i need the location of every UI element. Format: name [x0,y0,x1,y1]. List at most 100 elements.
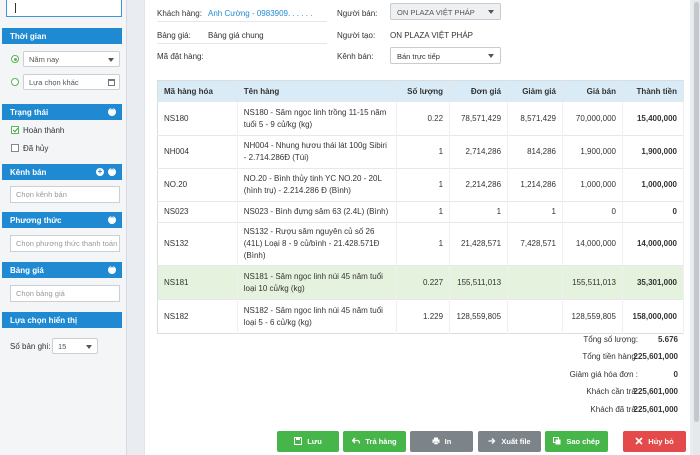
order-code-label: Mã đặt hàng: [157,52,204,61]
sales-channel-select[interactable]: Bán trực tiếp [390,47,501,64]
pricelist-section-header: Bảng giá ⌃ [2,262,122,278]
input-placeholder: Chọn bảng giá [16,289,65,298]
cell-qty: 0.22 [396,101,451,136]
scrollbar-thumb[interactable] [694,2,699,422]
checkbox-cancelled[interactable] [11,144,19,152]
table-row[interactable]: NH004 NH004 - Nhung hươu thái lát 100g S… [157,135,685,169]
cell-total: 0 [622,201,685,223]
col-header-qty[interactable]: Số lượng [396,80,451,102]
return-goods-button[interactable]: Trả hàng [343,431,406,452]
checkbox-done[interactable] [11,126,19,134]
cell-price: 155,511,013 [449,265,509,300]
button-label: Hủy bỏ [648,437,674,446]
radio-this-year[interactable] [11,55,19,63]
cell-code: NO.20 [157,168,238,202]
invoice-discount-label: Giảm giá hóa đơn : [569,370,638,379]
items-table: Mã hàng hóa Tên hàng Số lượng Đơn giá Gi… [157,80,685,334]
col-header-price[interactable]: Đơn giá [449,80,509,102]
cell-total: 14,000,000 [622,222,685,266]
col-header-total[interactable]: Thành tiền [622,80,685,102]
section-title: Bảng giá [10,266,44,275]
search-input[interactable] [6,0,122,17]
cell-name: NO.20 - Bình thủy tinh YC NO.20 - 20L (h… [237,168,398,202]
channel-input[interactable]: Chọn kênh bán [10,186,120,203]
cell-name: NS180 - Sâm ngọc linh trồng 11-15 năm tu… [237,101,398,136]
col-header-code[interactable]: Mã hàng hóa [157,80,238,102]
rows-per-page-select[interactable]: 15 [52,338,98,354]
collapse-icon[interactable]: ⌃ [108,216,116,224]
table-row[interactable]: NO.20 NO.20 - Bình thủy tinh YC NO.20 - … [157,168,685,202]
creator-label: Người tạo: [337,31,376,40]
cell-price: 78,571,429 [449,101,509,136]
input-placeholder: Chọn phương thức thanh toán [16,239,118,248]
export-file-button[interactable]: Xuất file [478,431,541,452]
input-placeholder: Chọn kênh bán [16,190,67,199]
button-label: Sao chép [566,437,600,446]
save-button[interactable]: Lưu [277,431,339,452]
table-row[interactable]: NS132 NS132 - Rượu sâm nguyên củ số 26 (… [157,222,685,266]
customer-label: Khách hàng: [157,9,202,18]
table-row[interactable]: NS180 NS180 - Sâm ngọc linh trồng 11-15 … [157,101,685,136]
section-title: Phương thức [10,216,62,225]
date-range-input[interactable]: Lựa chọn khác [23,74,120,90]
section-title: Kênh bán [10,168,47,177]
payment-method-input[interactable]: Chọn phương thức thanh toán [10,235,120,252]
copy-button[interactable]: Sao chép [545,431,608,452]
reply-arrow-icon [352,437,361,444]
cell-discount: 7,428,571 [507,222,563,266]
table-row[interactable]: NS023 NS023 - Bình đựng sâm 63 (2.4L) (B… [157,201,685,223]
col-header-name[interactable]: Tên hàng [237,80,398,102]
filter-sidebar: Thời gian Năm nay Lựa chọn khác Trạng th… [0,0,127,455]
cell-total: 158,000,000 [622,299,685,334]
cell-discount: 1 [507,201,563,223]
display-section-header: Lựa chọn hiển thị [2,312,122,328]
customer-link[interactable]: Anh Cường - 0983909. . . . . . [208,9,312,18]
cell-qty: 1 [396,201,451,223]
seller-select[interactable]: ON PLAZA VIỆT PHÁP [390,3,501,20]
radio-other-time[interactable] [11,78,19,86]
time-section-header: Thời gian [2,28,122,44]
table-row[interactable]: NS182 NS182 - Sâm ngọc linh núi 45 năm t… [157,299,685,334]
add-icon[interactable]: + [96,168,104,176]
export-arrow-icon [488,438,496,444]
method-section-header: Phương thức ⌃ [2,212,122,228]
print-button[interactable]: In [410,431,473,452]
cell-price: 2,714,286 [449,135,509,169]
cell-name: NS182 - Sâm ngọc linh núi 45 năm tuổi lo… [237,299,398,334]
cell-discount [507,265,563,300]
time-select[interactable]: Năm nay [23,51,120,67]
pricebook-value: Bảng giá chung [208,31,264,40]
cell-sale-price: 155,511,013 [562,265,623,300]
col-header-sale-price[interactable]: Giá bán [562,80,623,102]
close-icon [635,437,643,445]
calendar-icon [108,79,115,86]
cancel-invoice-button[interactable]: Hủy bỏ [623,431,686,452]
collapse-icon[interactable]: ⌃ [108,108,116,116]
invoice-discount-value: 0 [673,370,678,379]
cell-sale-price: 14,000,000 [562,222,623,266]
cell-discount [507,299,563,334]
channel-section-header: Kênh bán + ⌃ [2,164,122,180]
collapse-icon[interactable]: ⌃ [108,266,116,274]
select-value: Bán trực tiếp [397,52,440,61]
select-value: Năm nay [29,55,60,64]
chevron-down-icon [488,54,494,58]
collapse-icon[interactable]: ⌃ [108,168,116,176]
button-label: In [444,437,452,446]
table-row-selected[interactable]: NS181 NS181 - Sâm ngọc linh núi 45 năm t… [157,265,685,300]
cell-name: NS181 - Sâm ngọc linh núi 45 năm tuổi lo… [237,265,398,300]
printer-icon [432,437,440,445]
section-title: Thời gian [10,32,47,41]
total-goods-value: 225,601,000 [633,352,679,361]
amount-due-label: Khách cần trả: [586,387,638,396]
cell-discount: 1,214,286 [507,168,563,202]
cell-discount: 814,286 [507,135,563,169]
col-header-discount[interactable]: Giảm giá [507,80,563,102]
cell-discount: 8,571,429 [507,101,563,136]
page-scrollbar[interactable] [693,0,700,455]
chevron-down-icon [108,58,114,62]
cell-code: NS023 [157,201,238,223]
cell-total: 15,400,000 [622,101,685,136]
pricelist-input[interactable]: Chọn bảng giá [10,285,120,302]
copy-icon [553,437,561,445]
